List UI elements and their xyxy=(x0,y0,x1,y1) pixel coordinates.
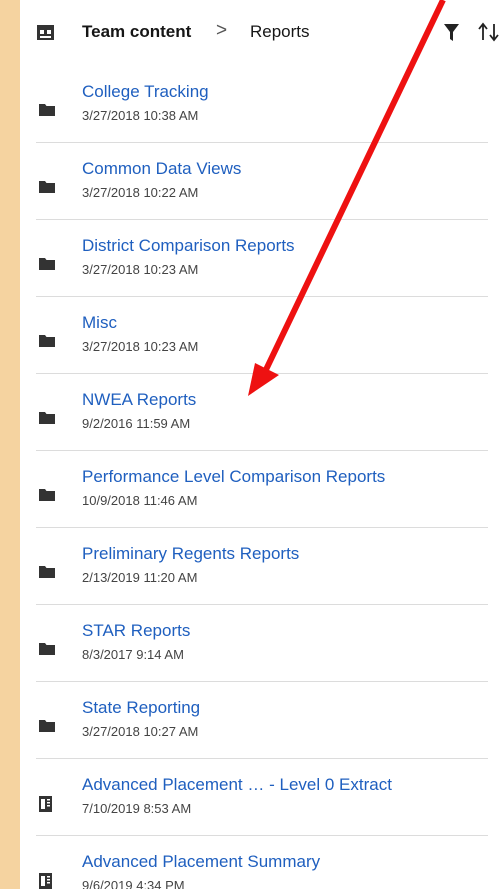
report-icon xyxy=(39,796,52,812)
item-date: 3/27/2018 10:38 AM xyxy=(82,108,199,123)
breadcrumb-current: Reports xyxy=(250,22,310,41)
item-name[interactable]: Advanced Placement Summary xyxy=(82,852,320,872)
item-name[interactable]: District Comparison Reports xyxy=(82,236,295,256)
filter-icon[interactable] xyxy=(444,24,459,41)
item-name[interactable]: Preliminary Regents Reports xyxy=(82,544,299,564)
item-date: 3/27/2018 10:27 AM xyxy=(82,724,199,739)
folder-icon xyxy=(39,104,55,116)
report-icon xyxy=(39,873,52,889)
item-name[interactable]: STAR Reports xyxy=(82,621,190,641)
folder-icon xyxy=(39,566,55,578)
folder-icon xyxy=(39,720,55,732)
item-name[interactable]: Performance Level Comparison Reports xyxy=(82,467,385,487)
item-date: 2/13/2019 11:20 AM xyxy=(82,570,198,585)
list-item[interactable]: College Tracking 3/27/2018 10:38 AM xyxy=(20,66,503,143)
folder-icon xyxy=(39,412,55,424)
list-item[interactable]: Common Data Views 3/27/2018 10:22 AM xyxy=(20,143,503,220)
item-name[interactable]: NWEA Reports xyxy=(82,390,196,410)
list-item[interactable]: State Reporting 3/27/2018 10:27 AM xyxy=(20,682,503,759)
item-date: 3/27/2018 10:23 AM xyxy=(82,339,199,354)
item-date: 10/9/2018 11:46 AM xyxy=(82,493,198,508)
content-panel: Team content > Reports College Tracking 3… xyxy=(20,0,503,889)
item-date: 8/3/2017 9:14 AM xyxy=(82,647,184,662)
item-date: 9/6/2019 4:34 PM xyxy=(82,878,185,889)
header-bar: Team content > Reports xyxy=(20,0,503,66)
folder-icon xyxy=(39,335,55,347)
list-item[interactable]: NWEA Reports 9/2/2016 11:59 AM xyxy=(20,374,503,451)
list-item[interactable]: Advanced Placement … - Level 0 Extract 7/… xyxy=(20,759,503,836)
breadcrumb-separator: > xyxy=(216,20,228,41)
list-item[interactable]: District Comparison Reports 3/27/2018 10:… xyxy=(20,220,503,297)
folder-icon xyxy=(39,181,55,193)
list-item[interactable]: Misc 3/27/2018 10:23 AM xyxy=(20,297,503,374)
breadcrumb-root[interactable]: Team content xyxy=(82,22,191,42)
item-name[interactable]: College Tracking xyxy=(82,82,209,102)
item-date: 9/2/2016 11:59 AM xyxy=(82,416,191,431)
sort-icon[interactable] xyxy=(478,22,500,42)
list-item[interactable]: STAR Reports 8/3/2017 9:14 AM xyxy=(20,605,503,682)
folder-icon xyxy=(39,258,55,270)
item-name[interactable]: Misc xyxy=(82,313,117,333)
item-date: 3/27/2018 10:22 AM xyxy=(82,185,199,200)
team-content-icon[interactable] xyxy=(37,25,54,40)
list-item[interactable]: Preliminary Regents Reports 2/13/2019 11:… xyxy=(20,528,503,605)
list-item[interactable]: Performance Level Comparison Reports 10/9… xyxy=(20,451,503,528)
folder-icon xyxy=(39,643,55,655)
item-name[interactable]: Advanced Placement … - Level 0 Extract xyxy=(82,775,392,795)
list-item[interactable]: Advanced Placement Summary 9/6/2019 4:34 … xyxy=(20,836,503,889)
folder-icon xyxy=(39,489,55,501)
item-date: 3/27/2018 10:23 AM xyxy=(82,262,199,277)
item-name[interactable]: State Reporting xyxy=(82,698,200,718)
item-date: 7/10/2019 8:53 AM xyxy=(82,801,192,816)
item-name[interactable]: Common Data Views xyxy=(82,159,241,179)
